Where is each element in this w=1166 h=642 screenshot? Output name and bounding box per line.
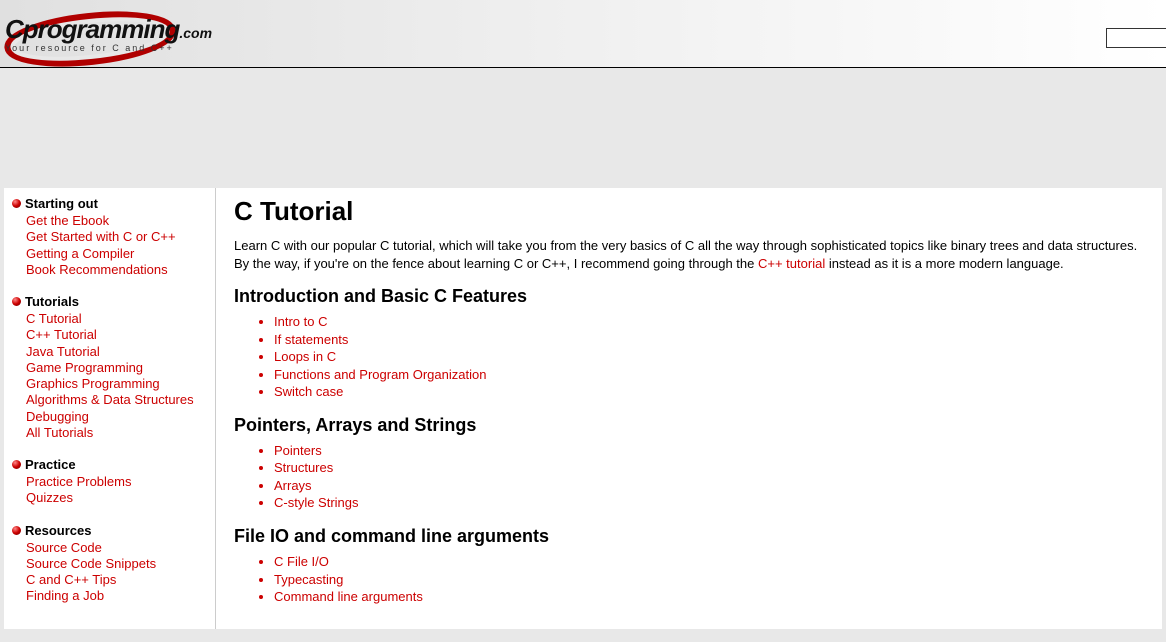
- sidebar-link[interactable]: C++ Tutorial: [26, 327, 209, 343]
- tutorial-link[interactable]: Intro to C: [274, 313, 1144, 331]
- sidebar-title: Resources: [25, 523, 91, 538]
- sidebar-link[interactable]: Graphics Programming: [26, 376, 209, 392]
- site-logo[interactable]: Cprogramming.com Your resource for C and…: [5, 14, 212, 53]
- sidebar-link[interactable]: Algorithms & Data Structures: [26, 392, 209, 408]
- sidebar-title: Starting out: [25, 196, 98, 211]
- section-heading: File IO and command line arguments: [234, 526, 1144, 547]
- bullet-icon: [12, 199, 21, 208]
- tutorial-link[interactable]: Functions and Program Organization: [274, 366, 1144, 384]
- section-heading: Pointers, Arrays and Strings: [234, 415, 1144, 436]
- sidebar-link[interactable]: Get Started with C or C++: [26, 229, 209, 245]
- sidebar-link[interactable]: Source Code: [26, 540, 209, 556]
- tutorial-link[interactable]: C File I/O: [274, 553, 1144, 571]
- page-title: C Tutorial: [234, 196, 1144, 227]
- tutorial-link[interactable]: Switch case: [274, 383, 1144, 401]
- intro-text-2: instead as it is a more modern language.: [825, 256, 1063, 271]
- intro-paragraph: Learn C with our popular C tutorial, whi…: [234, 237, 1144, 272]
- cpp-tutorial-link[interactable]: C++ tutorial: [758, 256, 825, 271]
- sidebar-link[interactable]: Debugging: [26, 409, 209, 425]
- sidebar-link[interactable]: Game Programming: [26, 360, 209, 376]
- sidebar-link[interactable]: Java Tutorial: [26, 344, 209, 360]
- banner-area: [0, 68, 1166, 188]
- bullet-icon: [12, 460, 21, 469]
- tutorial-link[interactable]: Typecasting: [274, 571, 1144, 589]
- sidebar-section-resources: Resources Source Code Source Code Snippe…: [12, 523, 209, 605]
- tutorial-list: C File I/O Typecasting Command line argu…: [234, 553, 1144, 606]
- tutorial-link[interactable]: Command line arguments: [274, 588, 1144, 606]
- tutorial-link[interactable]: C-style Strings: [274, 494, 1144, 512]
- tutorial-link[interactable]: Structures: [274, 459, 1144, 477]
- main-content: C Tutorial Learn C with our popular C tu…: [216, 188, 1162, 629]
- sidebar-title: Practice: [25, 457, 76, 472]
- section-heading: Introduction and Basic C Features: [234, 286, 1144, 307]
- sidebar-link[interactable]: Practice Problems: [26, 474, 209, 490]
- tutorial-list: Pointers Structures Arrays C-style Strin…: [234, 442, 1144, 512]
- sidebar-link[interactable]: Finding a Job: [26, 588, 209, 604]
- sidebar-section-starting-out: Starting out Get the Ebook Get Started w…: [12, 196, 209, 278]
- sidebar: Starting out Get the Ebook Get Started w…: [4, 188, 216, 629]
- sidebar-link[interactable]: C and C++ Tips: [26, 572, 209, 588]
- header: Cprogramming.com Your resource for C and…: [0, 0, 1166, 68]
- sidebar-link[interactable]: Getting a Compiler: [26, 246, 209, 262]
- sidebar-link[interactable]: Quizzes: [26, 490, 209, 506]
- tutorial-link[interactable]: Loops in C: [274, 348, 1144, 366]
- sidebar-link[interactable]: All Tutorials: [26, 425, 209, 441]
- search-input[interactable]: [1106, 28, 1166, 48]
- tutorial-link[interactable]: Arrays: [274, 477, 1144, 495]
- tutorial-list: Intro to C If statements Loops in C Func…: [234, 313, 1144, 401]
- sidebar-link[interactable]: Book Recommendations: [26, 262, 209, 278]
- sidebar-link[interactable]: Get the Ebook: [26, 213, 209, 229]
- bullet-icon: [12, 526, 21, 535]
- content-wrap: Starting out Get the Ebook Get Started w…: [0, 188, 1166, 629]
- logo-suffix: .com: [179, 25, 212, 41]
- sidebar-link[interactable]: C Tutorial: [26, 311, 209, 327]
- sidebar-title: Tutorials: [25, 294, 79, 309]
- sidebar-section-practice: Practice Practice Problems Quizzes: [12, 457, 209, 507]
- bullet-icon: [12, 297, 21, 306]
- sidebar-section-tutorials: Tutorials C Tutorial C++ Tutorial Java T…: [12, 294, 209, 441]
- tutorial-link[interactable]: If statements: [274, 331, 1144, 349]
- tutorial-link[interactable]: Pointers: [274, 442, 1144, 460]
- logo-main-text: Cprogramming: [5, 14, 179, 44]
- sidebar-link[interactable]: Source Code Snippets: [26, 556, 209, 572]
